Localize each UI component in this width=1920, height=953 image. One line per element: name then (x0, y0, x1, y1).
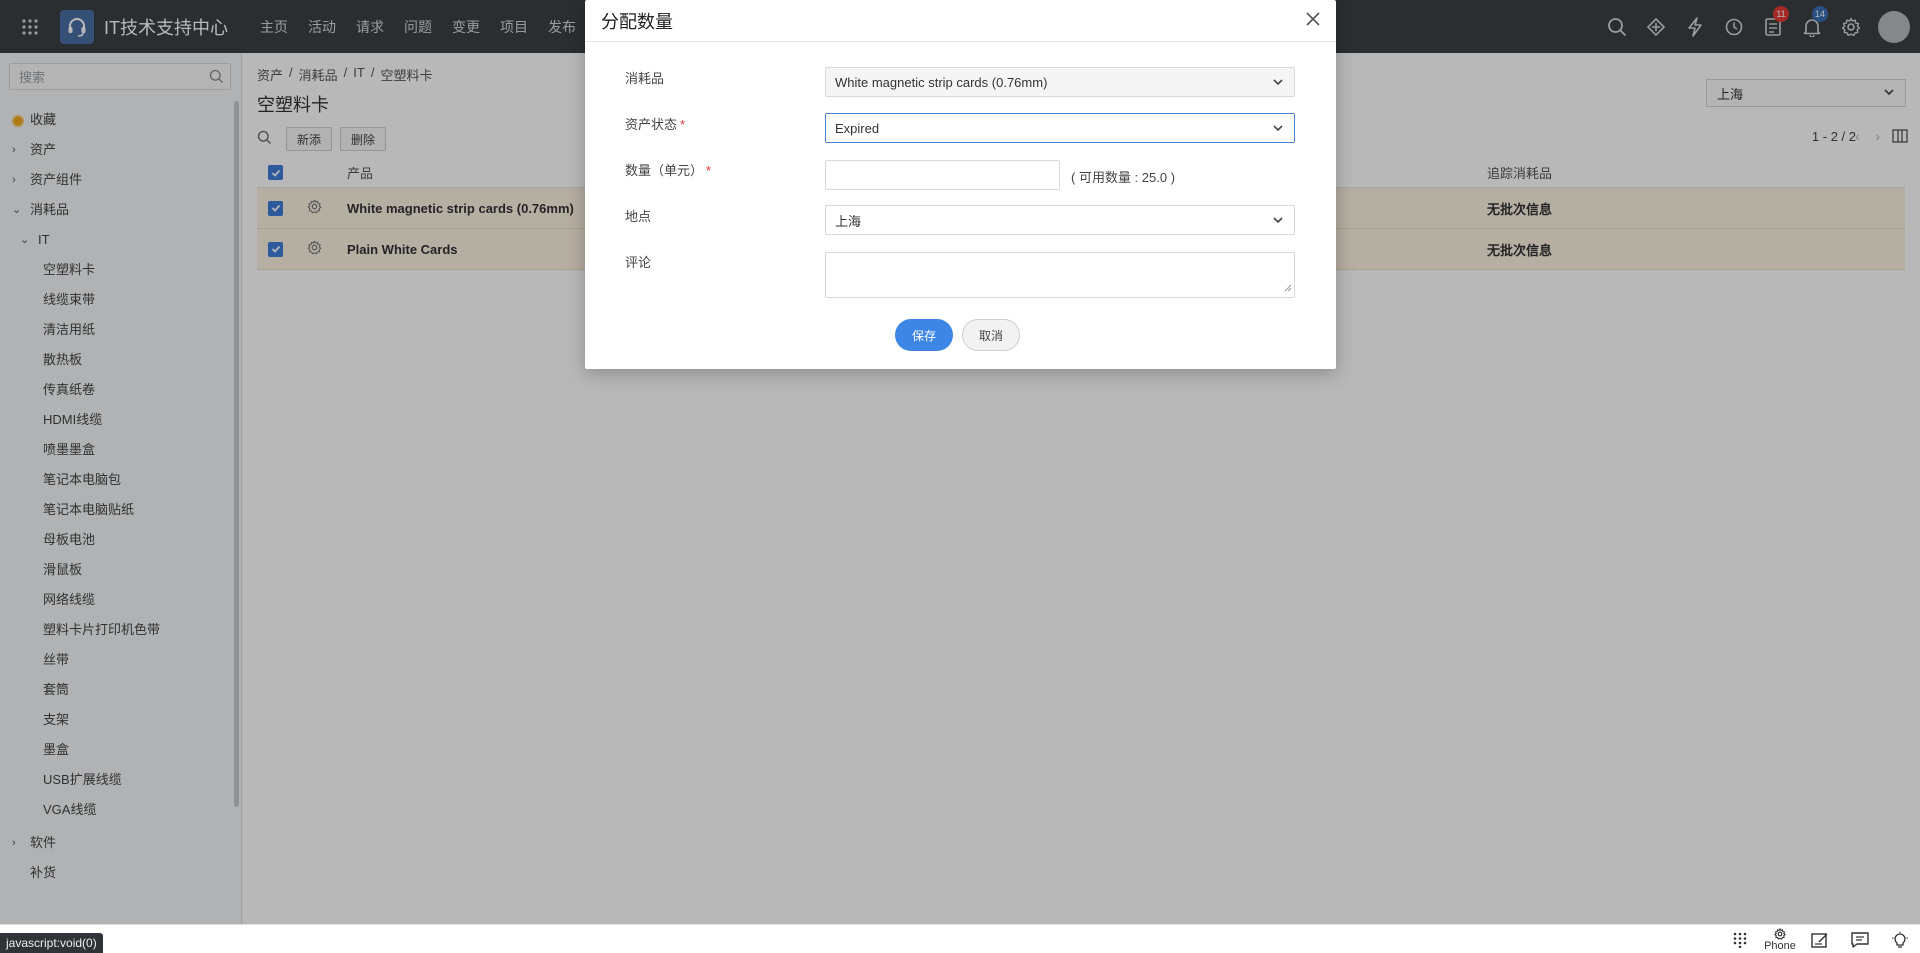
resize-handle-icon[interactable] (1284, 280, 1292, 295)
lightbulb-icon[interactable] (1880, 925, 1920, 953)
location-label: 地点 (625, 209, 652, 224)
consumable-select[interactable]: White magnetic strip cards (0.76mm) (825, 67, 1295, 97)
available-quantity: ( 可用数量 : 25.0 ) (1071, 170, 1176, 185)
asset-status-label-text: 资产状态 (625, 117, 678, 132)
note-icon[interactable] (1800, 925, 1840, 953)
chevron-down-icon (1272, 214, 1284, 229)
consumable-select-value: White magnetic strip cards (0.76mm) (835, 74, 1048, 90)
asset-status-label: 资产状态 * (625, 114, 685, 133)
quantity-input[interactable] (825, 160, 1060, 190)
dialog-title: 分配数量 (585, 0, 1336, 42)
location-select[interactable]: 上海 (825, 205, 1295, 235)
save-button[interactable]: 保存 (895, 319, 953, 351)
dialpad-icon[interactable] (1720, 925, 1760, 953)
phone-settings-button[interactable]: Phone (1760, 925, 1800, 953)
cancel-button[interactable]: 取消 (962, 319, 1020, 351)
phone-label: Phone (1764, 939, 1796, 952)
location-select-value: 上海 (835, 213, 862, 229)
asset-status-select-value: Expired (835, 120, 880, 136)
close-icon[interactable] (1304, 10, 1322, 31)
status-bar-icons: Phone (1720, 925, 1920, 953)
chat-icon[interactable] (1840, 925, 1880, 953)
chevron-down-icon (1272, 122, 1284, 137)
assign-quantity-dialog: 分配数量 消耗品 White magnetic strip cards (0.7… (585, 0, 1336, 369)
asset-status-select[interactable]: Expired (825, 113, 1295, 143)
chevron-down-icon (1272, 76, 1284, 91)
link-status-tooltip: javascript:void(0) (0, 933, 103, 953)
quantity-label: 数量（单元） * (625, 160, 711, 179)
required-marker: * (680, 117, 686, 132)
quantity-label-text: 数量（单元） (625, 163, 704, 178)
comment-label: 评论 (625, 255, 652, 270)
required-marker: * (706, 163, 712, 178)
consumable-label: 消耗品 (625, 71, 665, 86)
status-bar: javascript:void(0) Phone (0, 924, 1920, 953)
comment-textarea[interactable] (825, 252, 1295, 298)
